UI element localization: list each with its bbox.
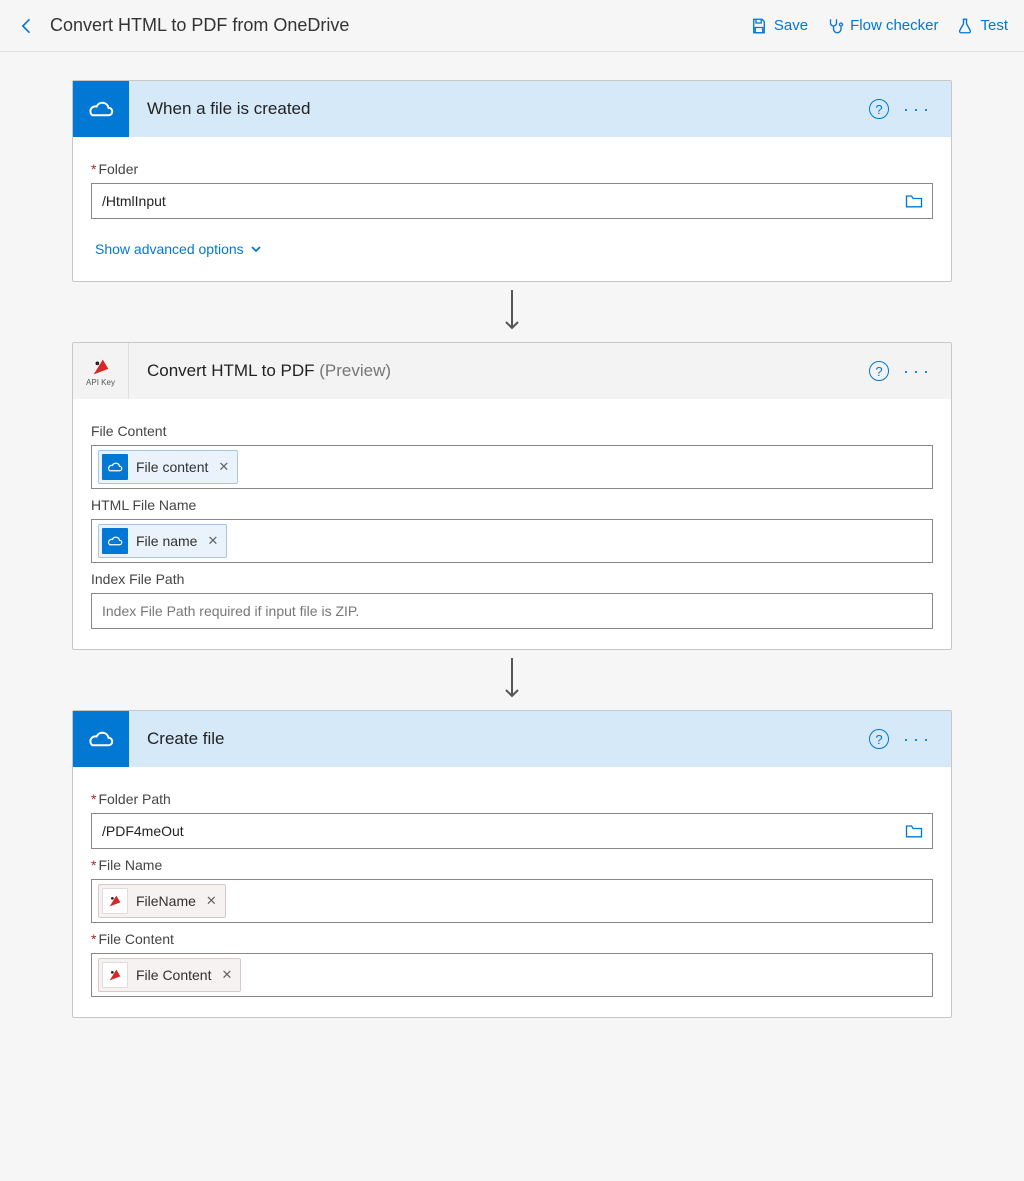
file-name-label: File Name	[91, 857, 933, 873]
folder-label: Folder	[91, 161, 933, 177]
more-menu[interactable]: ···	[903, 729, 933, 750]
folder-picker-icon[interactable]	[904, 822, 924, 840]
token-label: FileName	[136, 893, 196, 909]
back-button[interactable]	[16, 15, 38, 37]
token-label: File content	[136, 459, 208, 475]
help-icon[interactable]: ?	[869, 99, 889, 119]
flow-canvas: When a file is created ? ··· Folder Show…	[0, 52, 1024, 1078]
pdf4me-icon	[90, 356, 112, 378]
token-remove[interactable]: ✕	[204, 893, 219, 909]
flask-icon	[956, 17, 974, 35]
page-title: Convert HTML to PDF from OneDrive	[50, 15, 750, 36]
top-bar: Convert HTML to PDF from OneDrive Save F…	[0, 0, 1024, 52]
help-icon[interactable]: ?	[869, 361, 889, 381]
chevron-down-icon	[250, 243, 262, 255]
token-label: File Content	[136, 967, 211, 983]
token-remove[interactable]: ✕	[205, 533, 220, 549]
folder-input[interactable]	[91, 183, 933, 219]
html-file-name-label: HTML File Name	[91, 497, 933, 513]
folder-path-field[interactable]	[100, 822, 904, 840]
file-name-input[interactable]: FileName ✕	[91, 879, 933, 923]
advanced-label: Show advanced options	[95, 241, 244, 257]
token-label: File name	[136, 533, 197, 549]
index-path-input[interactable]: Index File Path required if input file i…	[91, 593, 933, 629]
html-file-name-input[interactable]: File name ✕	[91, 519, 933, 563]
connector-arrow	[500, 650, 524, 710]
step-convert-title: Convert HTML to PDF (Preview)	[129, 361, 869, 381]
stethoscope-icon	[826, 17, 844, 35]
more-menu[interactable]: ···	[903, 99, 933, 120]
step-trigger-card: When a file is created ? ··· Folder Show…	[72, 80, 952, 282]
save-icon	[750, 17, 768, 35]
folder-input-field[interactable]	[100, 192, 904, 210]
top-actions: Save Flow checker Test	[750, 17, 1008, 35]
test-button[interactable]: Test	[956, 17, 1008, 35]
api-key-icon: API Key	[73, 343, 129, 399]
save-label: Save	[774, 17, 808, 34]
pdf4me-icon	[102, 962, 128, 988]
index-path-label: Index File Path	[91, 571, 933, 587]
flow-checker-button[interactable]: Flow checker	[826, 17, 938, 35]
convert-title-text: Convert HTML to PDF	[147, 361, 315, 380]
onedrive-icon	[73, 81, 129, 137]
save-button[interactable]: Save	[750, 17, 808, 35]
token-file-content[interactable]: File content ✕	[98, 450, 238, 484]
onedrive-icon	[102, 454, 128, 480]
token-file-content-out[interactable]: File Content ✕	[98, 958, 241, 992]
folder-path-input[interactable]	[91, 813, 933, 849]
file-content-label: File Content	[91, 931, 933, 947]
onedrive-icon	[73, 711, 129, 767]
test-label: Test	[980, 17, 1008, 34]
file-content-input[interactable]: File Content ✕	[91, 953, 933, 997]
index-placeholder: Index File Path required if input file i…	[102, 603, 359, 619]
more-menu[interactable]: ···	[903, 361, 933, 382]
help-icon[interactable]: ?	[869, 729, 889, 749]
folder-picker-icon[interactable]	[904, 192, 924, 210]
folder-path-label: Folder Path	[91, 791, 933, 807]
file-content-input[interactable]: File content ✕	[91, 445, 933, 489]
show-advanced-options[interactable]: Show advanced options	[95, 241, 262, 257]
token-remove[interactable]: ✕	[216, 459, 231, 475]
step-convert-card: API Key Convert HTML to PDF (Preview) ? …	[72, 342, 952, 650]
step-create-file-card: Create file ? ··· Folder Path File Name	[72, 710, 952, 1018]
api-key-label: API Key	[86, 378, 115, 387]
connector-arrow	[500, 282, 524, 342]
preview-tag: (Preview)	[319, 361, 391, 380]
onedrive-icon	[102, 528, 128, 554]
flow-checker-label: Flow checker	[850, 17, 938, 34]
step-convert-header[interactable]: API Key Convert HTML to PDF (Preview) ? …	[73, 343, 951, 399]
step-trigger-header[interactable]: When a file is created ? ···	[73, 81, 951, 137]
token-remove[interactable]: ✕	[219, 967, 234, 983]
token-filename[interactable]: FileName ✕	[98, 884, 226, 918]
token-file-name[interactable]: File name ✕	[98, 524, 227, 558]
step-trigger-title: When a file is created	[129, 99, 869, 119]
file-content-label: File Content	[91, 423, 933, 439]
pdf4me-icon	[102, 888, 128, 914]
step-create-header[interactable]: Create file ? ···	[73, 711, 951, 767]
step-create-title: Create file	[129, 729, 869, 749]
